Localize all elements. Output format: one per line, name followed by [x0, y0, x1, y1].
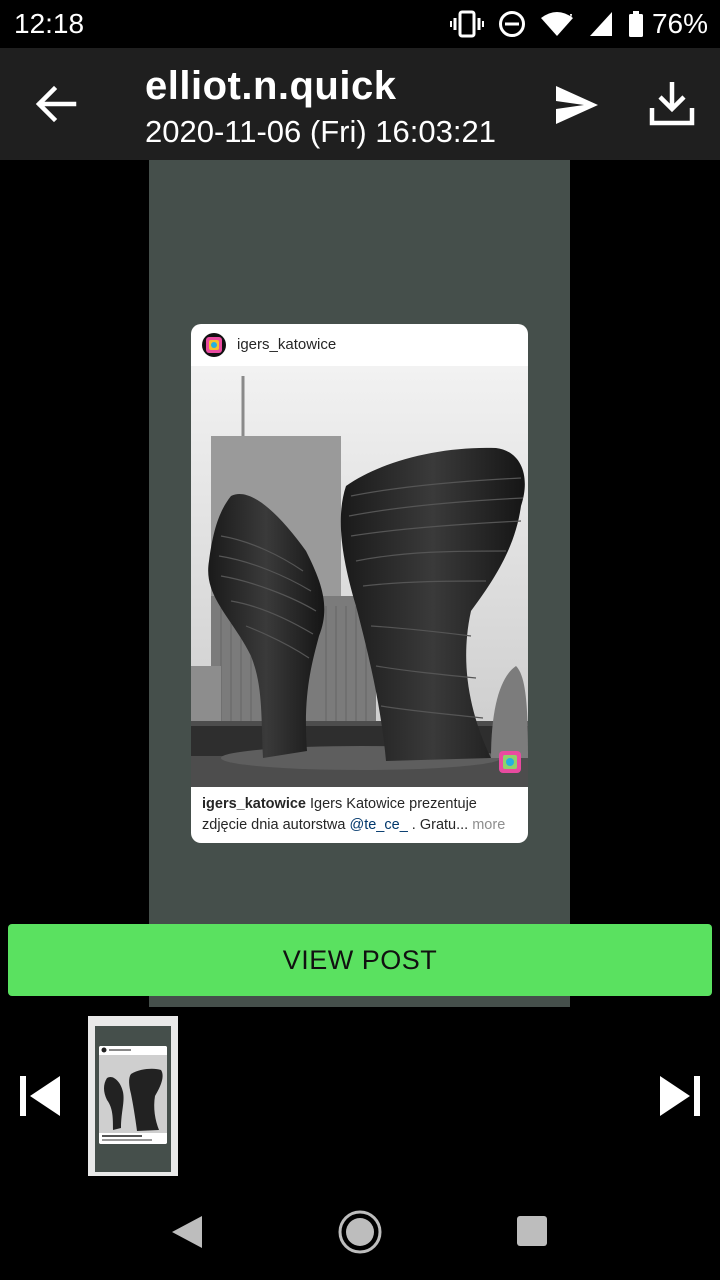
status-bar: 12:18 76% — [0, 0, 720, 48]
thumbnail-post-card — [99, 1046, 167, 1144]
skip-next-icon[interactable] — [658, 1074, 702, 1118]
caption-mention[interactable]: @te_ce_ — [350, 817, 408, 833]
signal-icon — [589, 12, 612, 36]
post-timestamp: 2020-11-06 (Fri) 16:03:21 — [145, 114, 496, 149]
skip-previous-icon[interactable] — [18, 1074, 62, 1118]
nav-home-icon[interactable] — [337, 1209, 383, 1255]
status-time: 12:18 — [14, 8, 85, 39]
caption-tail: . Gratu... — [407, 817, 469, 833]
story-thumbnail[interactable] — [88, 1016, 178, 1176]
do-not-disturb-icon — [498, 11, 525, 37]
avatar — [202, 333, 226, 357]
wifi-icon — [540, 12, 573, 36]
caption-username: igers_katowice — [202, 796, 306, 812]
post-photo — [191, 366, 528, 787]
download-icon[interactable] — [648, 78, 696, 128]
vibrate-icon — [449, 10, 484, 38]
nav-back-icon[interactable] — [170, 1214, 204, 1250]
thumbnail-preview — [95, 1026, 171, 1172]
caption-more-link[interactable]: more — [468, 817, 505, 833]
back-arrow-icon[interactable] — [30, 78, 82, 130]
post-card: igers_katowice igers_katowice Igers Kato… — [191, 324, 528, 843]
post-caption: igers_katowice Igers Katowice prezentuje… — [202, 794, 520, 836]
post-username: igers_katowice — [237, 336, 337, 353]
system-nav-bar — [0, 1184, 720, 1280]
view-post-button[interactable]: VIEW POST — [8, 924, 712, 996]
page-title: elliot.n.quick — [145, 64, 397, 108]
post-header: igers_katowice — [191, 324, 528, 366]
send-icon[interactable] — [552, 82, 602, 128]
nav-recents-icon[interactable] — [517, 1216, 547, 1246]
battery-percent: 76% — [651, 8, 708, 39]
battery-icon — [628, 11, 643, 37]
status-icons: 76% — [449, 6, 708, 42]
app-bar: elliot.n.quick 2020-11-06 (Fri) 16:03:21 — [0, 48, 720, 160]
